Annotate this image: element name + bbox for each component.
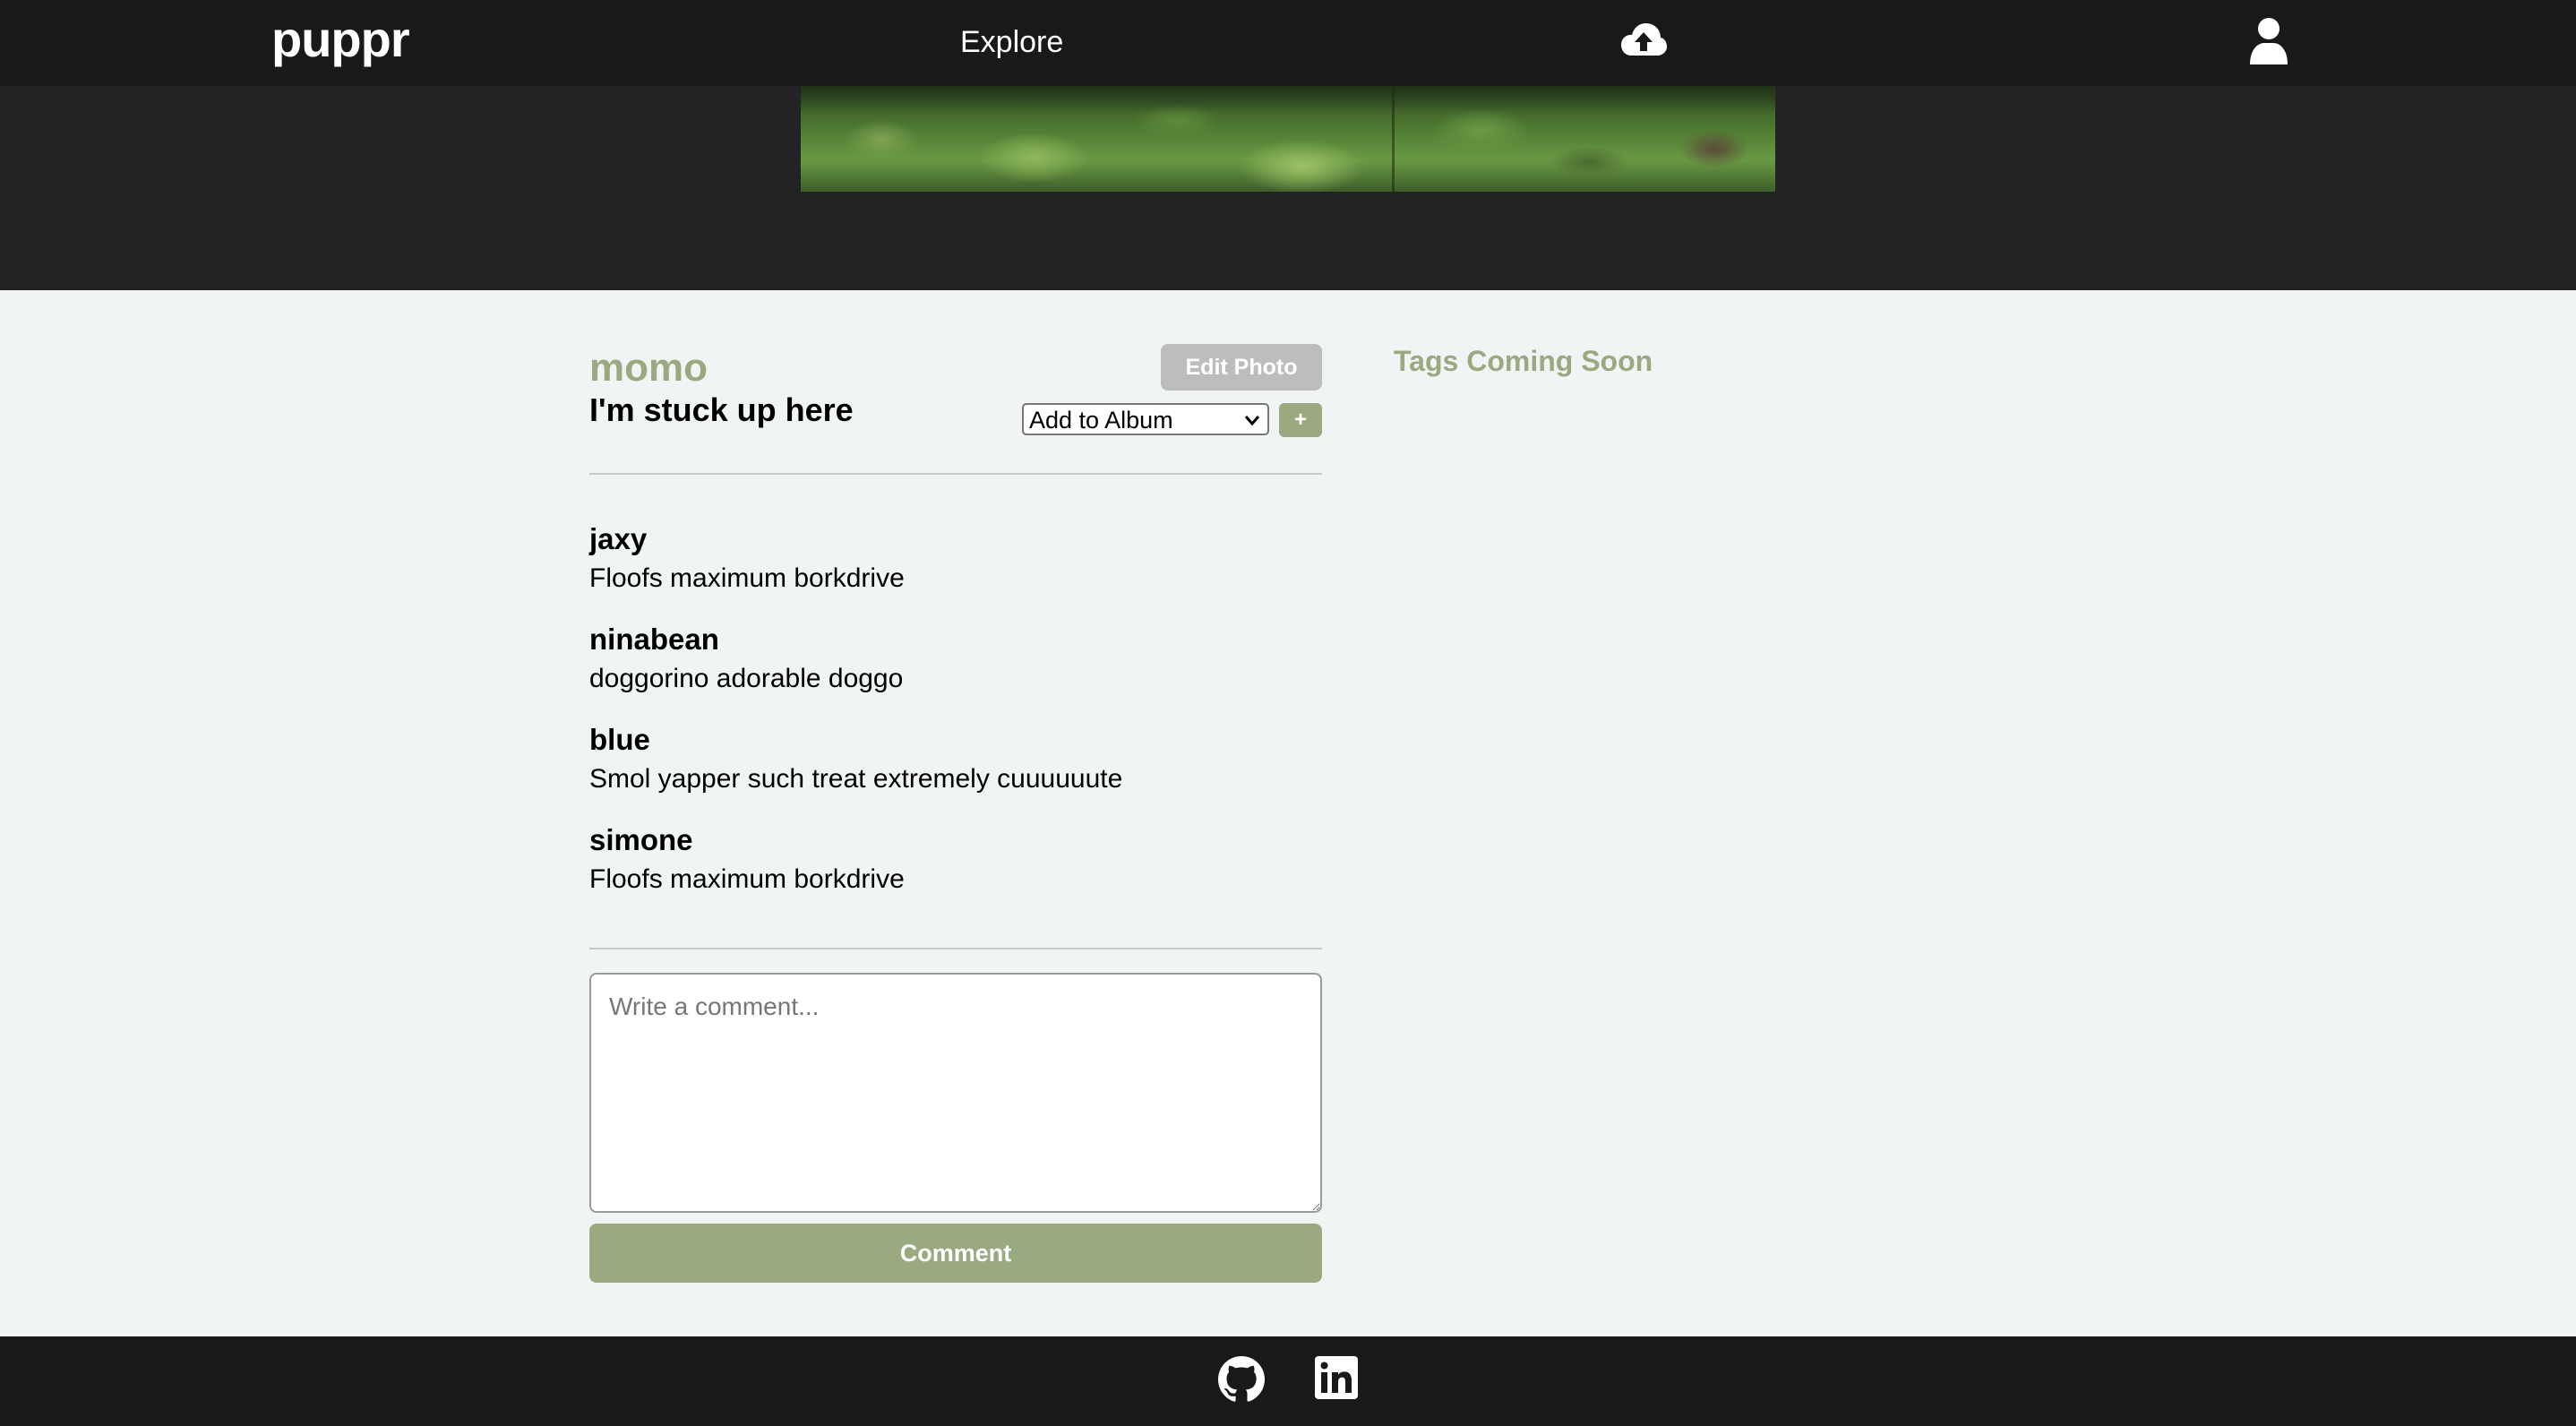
photo-hero [0, 86, 2576, 290]
cloud-upload-icon[interactable] [1619, 18, 1668, 66]
add-to-album-select[interactable]: Add to Album [1022, 403, 1269, 435]
divider [589, 948, 1322, 949]
chevron-down-icon [1244, 408, 1260, 437]
linkedin-icon[interactable] [1315, 1356, 1358, 1399]
comment-item: ninabean doggorino adorable doggo [589, 620, 1322, 720]
comment-submit-button[interactable]: Comment [589, 1224, 1322, 1283]
explore-link[interactable]: Explore [960, 23, 1063, 61]
comment-input[interactable] [589, 973, 1322, 1213]
photo-details: momo I'm stuck up here Edit Photo Add to… [0, 290, 2576, 1336]
comment-username[interactable]: ninabean [589, 620, 1322, 659]
footer [0, 1336, 2576, 1426]
photo-shade [801, 86, 1775, 113]
photo-author[interactable]: momo [589, 344, 708, 392]
comment-item: simone Floofs maximum borkdrive [589, 820, 1322, 921]
navbar: puppr Explore [0, 0, 2576, 86]
comment-text: Floofs maximum borkdrive [589, 563, 905, 593]
album-select-value: Add to Album [1029, 407, 1173, 434]
github-icon[interactable] [1218, 1356, 1265, 1403]
photo-title: I'm stuck up here [589, 391, 854, 428]
divider [589, 473, 1322, 475]
comment-username[interactable]: jaxy [589, 520, 1322, 559]
comment-list: jaxy Floofs maximum borkdrive ninabean d… [589, 520, 1322, 921]
comment-username[interactable]: blue [589, 720, 1322, 760]
comment-text: Smol yapper such treat extremely cuuuuuu… [589, 764, 1123, 794]
add-to-album-button[interactable]: + [1279, 403, 1322, 437]
comment-username[interactable]: simone [589, 820, 1322, 860]
logo[interactable]: puppr [271, 7, 410, 72]
tags-heading: Tags Coming Soon [1394, 345, 1653, 377]
comment-item: jaxy Floofs maximum borkdrive [589, 520, 1322, 620]
user-icon[interactable] [2245, 16, 2293, 66]
photo-seam [1392, 86, 1395, 192]
edit-photo-button[interactable]: Edit Photo [1161, 344, 1322, 391]
comment-item: blue Smol yapper such treat extremely cu… [589, 720, 1322, 820]
comment-text: doggorino adorable doggo [589, 664, 904, 693]
comment-text: Floofs maximum borkdrive [589, 864, 905, 894]
dog-photo [801, 86, 1775, 192]
